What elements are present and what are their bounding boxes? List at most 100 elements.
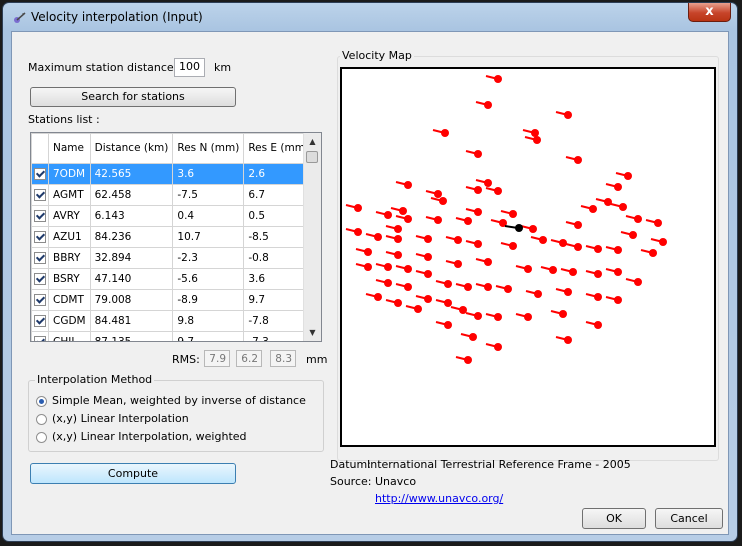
radio-linear[interactable]: [36, 414, 47, 425]
target-point-marker[interactable]: [515, 224, 523, 232]
scroll-up-icon[interactable]: ▲: [304, 133, 321, 150]
cell-name[interactable]: 7ODM: [48, 163, 91, 185]
compute-button[interactable]: Compute: [30, 463, 236, 484]
title-bar[interactable]: Velocity interpolation (Input) x: [3, 3, 737, 31]
station-marker[interactable]: [624, 172, 632, 180]
station-marker[interactable]: [614, 268, 622, 276]
option-linear-label[interactable]: (x,y) Linear Interpolation: [52, 412, 189, 425]
ok-button[interactable]: OK: [582, 508, 646, 529]
cell-name[interactable]: CHIL: [48, 331, 91, 341]
station-marker[interactable]: [384, 263, 392, 271]
station-marker[interactable]: [354, 228, 362, 236]
row-checkbox[interactable]: [34, 315, 46, 327]
table-row[interactable]: AVRY6.1430.40.5-2.0: [31, 205, 321, 227]
row-checkbox[interactable]: [34, 168, 46, 180]
station-marker[interactable]: [524, 313, 532, 321]
cell-distance[interactable]: 42.565: [89, 163, 174, 185]
station-marker[interactable]: [459, 306, 467, 314]
station-marker[interactable]: [564, 111, 572, 119]
station-marker[interactable]: [574, 243, 582, 251]
station-marker[interactable]: [474, 186, 482, 194]
cell-name[interactable]: CGDM: [48, 310, 91, 332]
station-marker[interactable]: [354, 204, 362, 212]
close-button[interactable]: x: [688, 3, 731, 22]
station-marker[interactable]: [634, 278, 642, 286]
station-marker[interactable]: [509, 210, 517, 218]
station-marker[interactable]: [649, 249, 657, 257]
station-marker[interactable]: [659, 238, 667, 246]
station-marker[interactable]: [404, 215, 412, 223]
station-marker[interactable]: [594, 245, 602, 253]
cell-distance[interactable]: 87.135: [89, 331, 174, 341]
radio-linear-weighted[interactable]: [36, 432, 47, 443]
station-marker[interactable]: [533, 136, 541, 144]
station-marker[interactable]: [484, 258, 492, 266]
station-marker[interactable]: [439, 197, 447, 205]
header-res-n[interactable]: Res N (mm): [172, 133, 245, 164]
option-linear-weighted-label[interactable]: (x,y) Linear Interpolation, weighted: [52, 430, 247, 443]
header-name[interactable]: Name: [48, 133, 91, 164]
station-marker[interactable]: [454, 260, 462, 268]
station-marker[interactable]: [364, 248, 372, 256]
station-marker[interactable]: [464, 283, 472, 291]
station-marker[interactable]: [424, 253, 432, 261]
row-checkbox[interactable]: [34, 231, 46, 243]
station-marker[interactable]: [494, 343, 502, 351]
cell-name[interactable]: AGMT: [48, 184, 91, 206]
table-row[interactable]: BSRY47.140-5.63.60.3: [31, 268, 321, 290]
radio-simple-mean[interactable]: [36, 396, 47, 407]
station-marker[interactable]: [424, 235, 432, 243]
station-marker[interactable]: [434, 216, 442, 224]
station-marker[interactable]: [474, 208, 482, 216]
cell-distance[interactable]: 79.008: [89, 289, 174, 311]
table-row[interactable]: CDMT79.008-8.99.73.9: [31, 289, 321, 311]
station-marker[interactable]: [469, 333, 477, 341]
station-marker[interactable]: [364, 263, 372, 271]
station-marker[interactable]: [374, 293, 382, 301]
station-marker[interactable]: [574, 156, 582, 164]
cell-distance[interactable]: 6.143: [89, 205, 174, 227]
station-marker[interactable]: [454, 236, 462, 244]
row-checkbox[interactable]: [34, 210, 46, 222]
station-marker[interactable]: [399, 207, 407, 215]
station-marker[interactable]: [539, 236, 547, 244]
cell-distance[interactable]: 84.481: [89, 310, 174, 332]
cell-res-n[interactable]: 0.4: [172, 205, 245, 227]
station-marker[interactable]: [374, 233, 382, 241]
station-marker[interactable]: [394, 251, 402, 259]
station-marker[interactable]: [594, 270, 602, 278]
table-row[interactable]: AZU184.23610.7-8.51.0: [31, 226, 321, 248]
station-marker[interactable]: [589, 205, 597, 213]
station-marker[interactable]: [404, 283, 412, 291]
station-marker[interactable]: [494, 313, 502, 321]
station-marker[interactable]: [474, 150, 482, 158]
station-marker[interactable]: [404, 265, 412, 273]
row-checkbox[interactable]: [34, 252, 46, 264]
scroll-thumb[interactable]: [306, 151, 318, 163]
station-marker[interactable]: [564, 336, 572, 344]
cell-distance[interactable]: 32.894: [89, 247, 174, 269]
station-marker[interactable]: [614, 183, 622, 191]
cell-res-n[interactable]: -2.3: [172, 247, 245, 269]
row-checkbox[interactable]: [34, 294, 46, 306]
velocity-map[interactable]: [338, 57, 718, 460]
row-checkbox[interactable]: [34, 273, 46, 285]
station-marker[interactable]: [434, 190, 442, 198]
station-marker[interactable]: [474, 240, 482, 248]
table-row[interactable]: 7ODM42.5653.62.68.8: [31, 163, 321, 185]
scroll-down-icon[interactable]: ▼: [304, 324, 321, 341]
cell-distance[interactable]: 47.140: [89, 268, 174, 290]
source-url-link[interactable]: http://www.unavco.org/: [375, 492, 503, 505]
header-distance[interactable]: Distance (km): [89, 133, 174, 164]
cell-res-n[interactable]: -5.6: [172, 268, 245, 290]
station-marker[interactable]: [524, 265, 532, 273]
station-marker[interactable]: [424, 270, 432, 278]
cell-distance[interactable]: 62.458: [89, 184, 174, 206]
station-marker[interactable]: [604, 198, 612, 206]
table-scrollbar[interactable]: ▲ ▼: [303, 133, 321, 341]
station-marker[interactable]: [529, 225, 537, 233]
cell-name[interactable]: BBRY: [48, 247, 91, 269]
option-simple-mean-label[interactable]: Simple Mean, weighted by inverse of dist…: [52, 394, 306, 407]
station-marker[interactable]: [404, 181, 412, 189]
cell-res-n[interactable]: 9.8: [172, 310, 245, 332]
